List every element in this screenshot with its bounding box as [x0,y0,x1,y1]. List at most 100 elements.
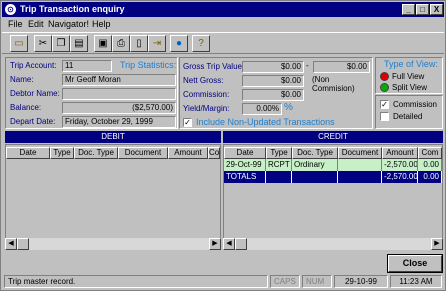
debit-col-type[interactable]: Type [50,147,74,159]
split-view-label: Split View [392,83,427,92]
globe-icon[interactable]: ● [170,35,188,52]
totals-commission: 0.00 [418,171,442,183]
credit-scrollbar[interactable]: ◀ ▶ [223,238,443,250]
scroll-left-icon[interactable]: ◀ [5,238,17,250]
copy-icon[interactable]: ❐ [52,35,70,52]
yield-margin-field: 0.00% [242,103,282,115]
debit-grid: Date Type Doc. Type Document Amount Co [5,144,221,250]
depart-date-label: Depart Date: [10,117,56,126]
depart-date-field: Friday, October 29, 1999 [62,116,176,128]
window-title: Trip Transaction enquiry [20,4,125,14]
cell-type: RCPT [266,159,292,171]
status-bar: Trip master record. CAPS NUM 29-10-99 11… [2,274,444,290]
toolbar: ▭ ✂ ❐ ▤ ▣ ⎙ ▯ ⇥ ● ? [2,32,444,54]
type-of-view-label: Type of View: [384,59,438,69]
credit-col-commission[interactable]: Com [418,147,442,159]
print-preview-icon[interactable]: ▯ [130,35,148,52]
num-indicator: NUM [302,275,332,288]
view-options-panel: ✓ Commission Detailed [375,95,443,129]
full-view-radio[interactable] [380,72,389,81]
totals-amount: -2,570.00 [384,171,418,183]
app-icon: ⊙ [5,4,16,15]
cut-icon[interactable]: ✂ [34,35,52,52]
title-bar: ⊙ Trip Transaction enquiry _ □ X [2,2,444,17]
exit-icon[interactable]: ⇥ [148,35,166,52]
trip-info-panel: Trip Account: 11 Trip Statistics: Name: … [5,57,178,129]
menu-help[interactable]: Help [92,19,111,29]
credit-col-document[interactable]: Document [338,147,382,159]
menu-navigator[interactable]: Navigator! [48,19,89,29]
menu-edit[interactable]: Edit [28,19,44,29]
debit-header: DEBIT [5,131,221,143]
cell-document [338,159,382,171]
percent-sign: % [284,102,293,113]
totals-doc-type [292,171,338,183]
include-non-updated-checkbox[interactable]: ✓ [183,118,192,127]
totals-document [338,171,382,183]
debit-col-date[interactable]: Date [6,147,50,159]
nett-gross-label: Nett Gross: [183,76,224,85]
cell-date: 29-Oct-99 [224,159,266,171]
folder-open-icon[interactable]: ▭ [10,35,28,52]
trip-transaction-window: ⊙ Trip Transaction enquiry _ □ X File Ed… [0,0,446,291]
scroll-right-icon[interactable]: ▶ [431,238,443,250]
commission-checkbox[interactable]: ✓ [380,100,389,109]
detailed-option-label: Detailed [393,112,423,121]
credit-col-type[interactable]: Type [266,147,292,159]
commission-field: $0.00 [242,89,304,101]
maximize-button[interactable]: □ [416,4,429,15]
print-icon[interactable]: ⎙ [112,35,130,52]
scroll-left-icon[interactable]: ◀ [223,238,235,250]
credit-header: CREDIT [223,131,443,143]
menu-bar: File Edit Navigator! Help [2,18,444,31]
credit-col-doc-type[interactable]: Doc. Type [292,147,338,159]
close-window-button[interactable]: X [430,4,443,15]
printer-icon[interactable]: ▣ [94,35,112,52]
caps-indicator: CAPS [270,275,300,288]
status-time: 11:23 AM [390,275,442,288]
scroll-right-icon[interactable]: ▶ [209,238,221,250]
debit-scrollbar[interactable]: ◀ ▶ [5,238,221,250]
view-type-panel: Type of View: Full View Split View [375,57,443,94]
trip-statistics-panel: Gross Trip Value: $0.00 - $0.00 (Non Com… [179,57,373,129]
status-date: 29-10-99 [334,275,388,288]
totals-label: TOTALS [224,171,266,183]
yield-margin-label: Yield/Margin: [183,104,230,113]
menu-file[interactable]: File [8,19,23,29]
table-row[interactable]: 29-Oct-99 RCPT Ordinary -2,570.00 0.00 [224,159,442,171]
close-button[interactable]: Close [387,254,443,273]
debit-col-commission[interactable]: Co [208,147,220,159]
debtor-name-field [62,88,176,100]
trip-account-label: Trip Account: [10,61,57,70]
minimize-button[interactable]: _ [402,4,415,15]
credit-col-date[interactable]: Date [224,147,266,159]
scroll-thumb[interactable] [17,238,29,250]
nett-gross-field: $0.00 [242,75,304,87]
commission-label: Commission: [183,90,230,99]
trip-account-field: 11 [62,60,112,72]
debit-col-document[interactable]: Document [118,147,168,159]
gross-trip-value-field: $0.00 [242,61,304,73]
debit-col-doc-type[interactable]: Doc. Type [74,147,118,159]
debtor-name-label: Debtor Name: [10,89,60,98]
cell-doc-type: Ordinary [292,159,338,171]
name-label: Name: [10,75,34,84]
credit-col-amount[interactable]: Amount [382,147,418,159]
paste-icon[interactable]: ▤ [70,35,88,52]
full-view-label: Full View [392,72,425,81]
status-message: Trip master record. [4,275,268,288]
help-icon[interactable]: ? [192,35,210,52]
dash-separator: - [306,61,309,70]
balance-label: Balance: [10,103,42,112]
balance-field: ($2,570.00) [62,102,176,114]
cell-amount: -2,570.00 [384,159,418,171]
gross-trip-value-label: Gross Trip Value: [183,62,245,71]
cell-commission: 0.00 [418,159,442,171]
include-non-updated-label: Include Non-Updated Transactions [196,117,335,127]
debit-col-amount[interactable]: Amount [168,147,208,159]
credit-grid: Date Type Doc. Type Document Amount Com … [223,144,443,250]
name-field: Mr Geoff Moran [62,74,176,86]
detailed-checkbox[interactable] [380,112,389,121]
scroll-thumb[interactable] [235,238,247,250]
split-view-radio[interactable] [380,83,389,92]
